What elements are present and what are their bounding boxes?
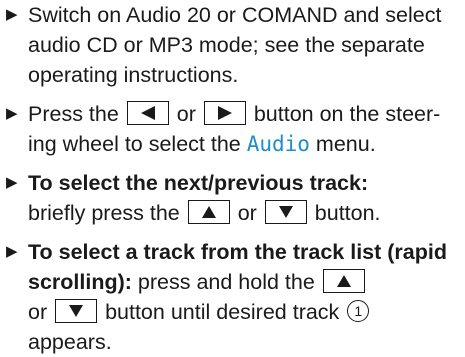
up-arrow-key-icon xyxy=(187,200,230,225)
callout-marker: 1 xyxy=(347,300,370,323)
down-arrow-key-icon xyxy=(264,200,307,225)
bullet-arrow-icon: ▶ xyxy=(6,174,18,191)
bullet-arrow-icon: ▶ xyxy=(6,105,18,122)
step-text-after: button until desired track xyxy=(99,300,346,324)
step-next-previous-track: ▶ To select the next/previous track: bri… xyxy=(4,168,459,228)
step-text-before: briefly press the xyxy=(28,201,186,225)
step-text-after: button. xyxy=(308,201,381,225)
step-text-end: appears. xyxy=(28,330,112,354)
step-text-end: menu. xyxy=(309,132,376,156)
step-text-or: or xyxy=(28,300,54,324)
step-select-audio-menu: ▶ Press the or button on the steer-ing w… xyxy=(4,99,459,159)
step-text-or: or xyxy=(231,201,263,225)
bullet-arrow-icon: ▶ xyxy=(6,6,18,23)
step-rapid-scrolling: ▶ To select a track from the track list … xyxy=(4,237,459,357)
up-arrow-key-icon xyxy=(322,269,365,294)
step-text-before: press and hold the xyxy=(131,270,321,294)
right-arrow-key-icon xyxy=(203,101,246,126)
step-text-before: Press the xyxy=(28,102,125,126)
audio-menu-label: Audio xyxy=(246,132,310,156)
instruction-list: ▶ Switch on Audio 20 or COMAND and selec… xyxy=(0,0,465,357)
down-arrow-key-icon xyxy=(55,299,98,324)
step-text-or: or xyxy=(170,102,202,126)
left-arrow-key-icon xyxy=(126,101,169,126)
step-text: Switch on Audio 20 or COMAND and select … xyxy=(28,3,442,87)
bullet-arrow-icon: ▶ xyxy=(6,243,18,260)
step-switch-on: ▶ Switch on Audio 20 or COMAND and selec… xyxy=(4,0,459,90)
step-heading: To select the next/previous track: xyxy=(28,171,369,195)
